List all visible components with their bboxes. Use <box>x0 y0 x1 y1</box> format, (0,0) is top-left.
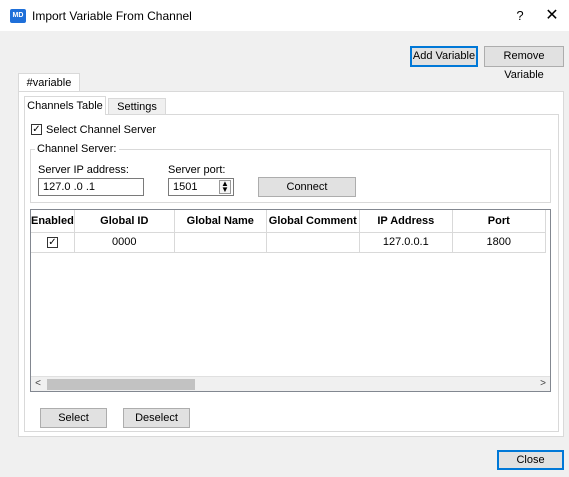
scrollbar-thumb[interactable] <box>47 379 195 390</box>
tab-settings[interactable]: Settings <box>108 98 166 115</box>
connect-button[interactable]: Connect <box>258 177 356 197</box>
cell-global-id[interactable]: 0000 <box>74 232 175 253</box>
scroll-left-icon[interactable]: < <box>31 377 45 391</box>
table-row[interactable]: ✓ 0000 127.0.0.1 1800 <box>31 232 546 253</box>
add-variable-button[interactable]: Add Variable <box>410 46 478 67</box>
deselect-button[interactable]: Deselect <box>123 408 190 428</box>
scroll-right-icon[interactable]: > <box>536 377 550 391</box>
table-header-row: Enabled Global ID Global Name Global Com… <box>31 210 546 233</box>
server-port-value: 1501 <box>173 181 198 193</box>
column-header-port[interactable]: Port <box>452 210 546 233</box>
window-title: Import Variable From Channel <box>32 9 192 23</box>
horizontal-scrollbar[interactable]: < > <box>31 376 550 391</box>
channels-table: Enabled Global ID Global Name Global Com… <box>30 209 551 392</box>
select-server-checkbox[interactable]: ✓ <box>31 124 42 135</box>
column-header-global-id[interactable]: Global ID <box>74 210 175 233</box>
cell-port[interactable]: 1800 <box>452 232 546 253</box>
column-header-ip-address[interactable]: IP Address <box>359 210 453 233</box>
cell-global-name[interactable] <box>174 232 267 253</box>
column-header-global-name[interactable]: Global Name <box>174 210 267 233</box>
select-button[interactable]: Select <box>40 408 107 428</box>
select-server-label: Select Channel Server <box>46 124 157 136</box>
column-header-global-comment[interactable]: Global Comment <box>266 210 360 233</box>
help-button[interactable]: ? <box>510 5 530 27</box>
title-bar: MD Import Variable From Channel ? ✕ <box>0 0 569 32</box>
tab-channels-table[interactable]: Channels Table <box>24 96 106 115</box>
spin-arrows-icon[interactable]: ▲ ▼ <box>219 180 231 194</box>
tab-variable[interactable]: #variable <box>18 73 80 92</box>
server-port-label: Server port: <box>168 164 226 176</box>
cell-ip-address[interactable]: 127.0.0.1 <box>359 232 453 253</box>
server-ip-label: Server IP address: <box>38 164 129 176</box>
channel-server-legend: Channel Server: <box>35 142 119 156</box>
app-icon: MD <box>10 9 26 23</box>
remove-variable-button[interactable]: Remove Variable <box>484 46 564 81</box>
server-port-stepper[interactable]: 1501 ▲ ▼ <box>168 178 234 196</box>
row-enabled-checkbox[interactable]: ✓ <box>46 237 58 248</box>
cell-global-comment[interactable] <box>266 232 360 253</box>
cell-enabled[interactable]: ✓ <box>31 232 75 253</box>
channels-grid: Enabled Global ID Global Name Global Com… <box>31 210 546 253</box>
server-ip-input[interactable]: 127.0 .0 .1 <box>38 178 144 196</box>
column-header-enabled[interactable]: Enabled <box>31 210 75 233</box>
window-close-button[interactable]: ✕ <box>540 4 564 28</box>
close-button[interactable]: Close <box>497 450 564 470</box>
